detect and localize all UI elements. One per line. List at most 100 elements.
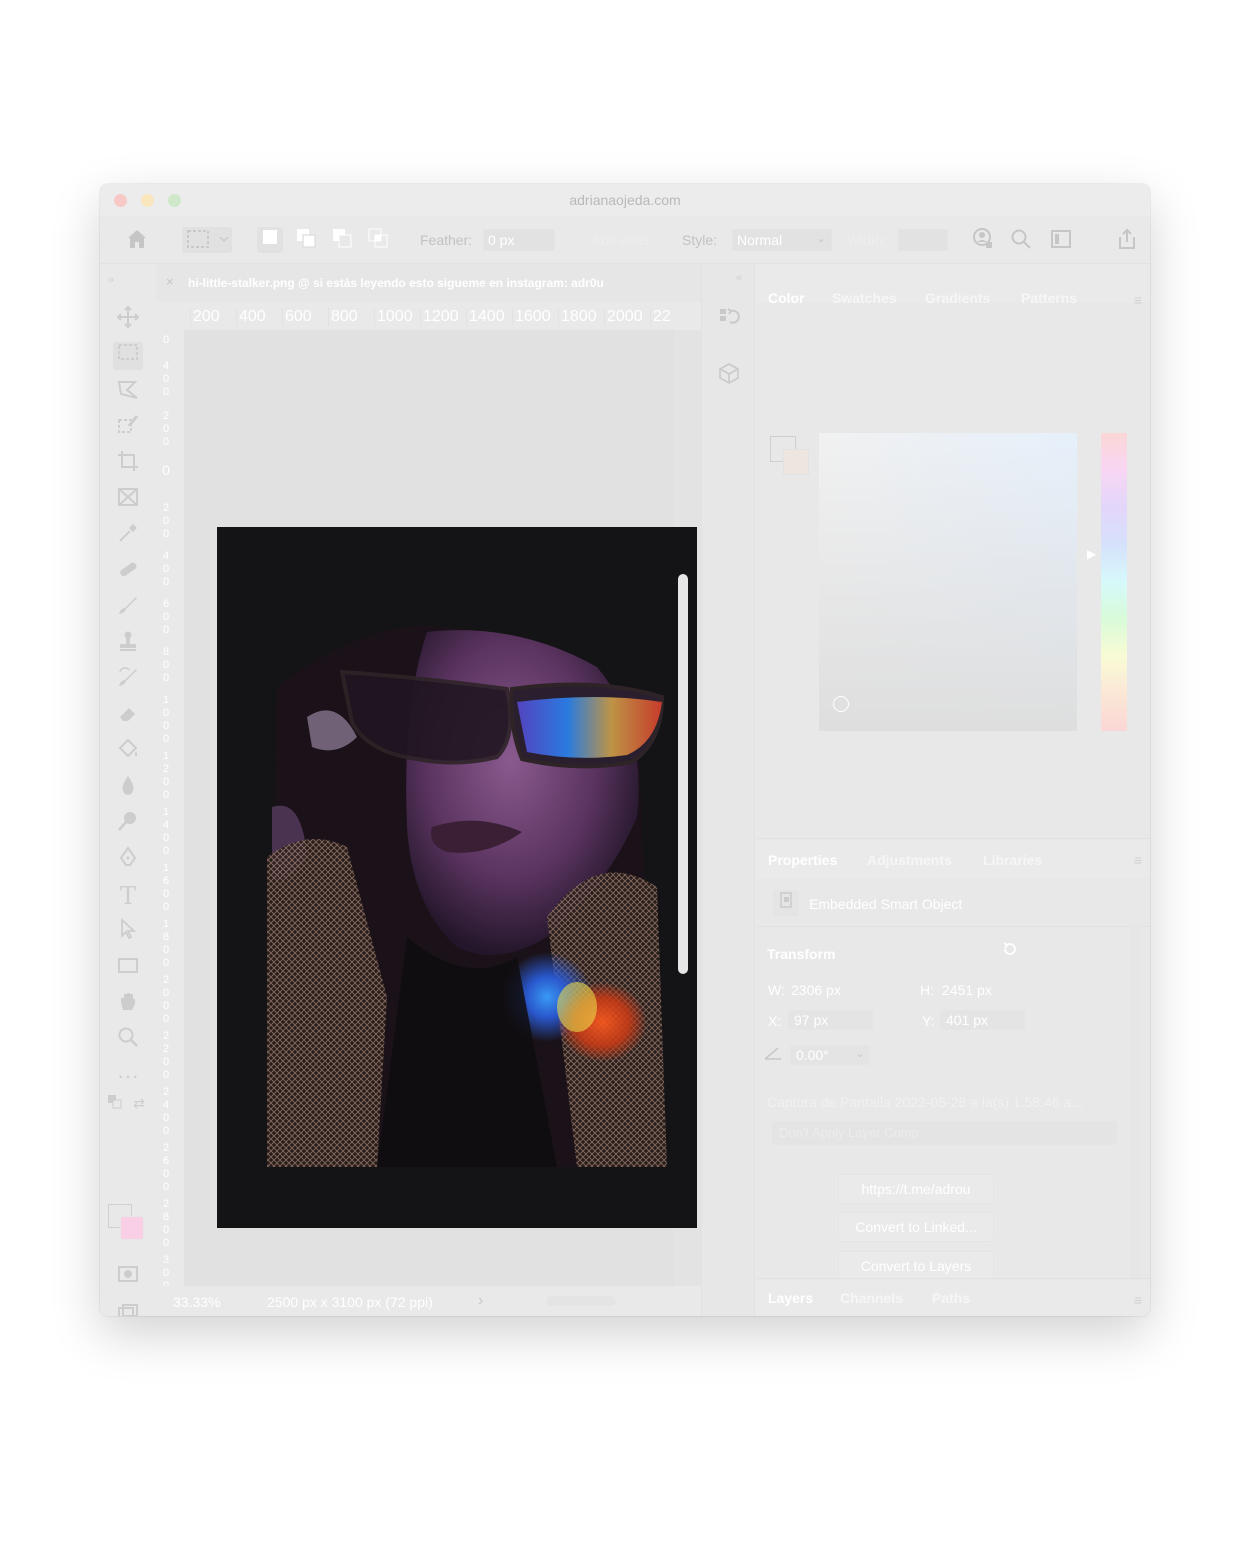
blur-tool-icon[interactable] — [113, 774, 143, 802]
background-color-swatch[interactable] — [120, 1216, 144, 1240]
add-to-selection-icon[interactable] — [293, 227, 319, 253]
dodge-tool-icon[interactable] — [113, 810, 143, 838]
clone-stamp-tool-icon[interactable] — [113, 630, 143, 658]
convert-to-linked-button[interactable]: Convert to Linked... — [838, 1212, 994, 1242]
eyedropper-tool-icon[interactable] — [113, 522, 143, 550]
collapse-toolbar-icon[interactable]: » — [104, 266, 118, 294]
style-select[interactable]: Normal ⌄ — [732, 229, 832, 251]
height-value[interactable]: 2451 px — [942, 982, 992, 998]
reset-transform-icon[interactable] — [997, 940, 1023, 966]
ruler-tick-label: 1600 — [162, 862, 170, 913]
tab-libraries[interactable]: Libraries — [983, 852, 1042, 868]
tab-layers[interactable]: Layers — [768, 1290, 813, 1306]
width-input[interactable] — [898, 229, 948, 251]
y-position-input[interactable]: 401 px — [940, 1010, 1025, 1030]
tab-patterns[interactable]: Patterns — [1021, 290, 1077, 306]
document-tab[interactable]: × hi-little-stalker.png @ si estás leyen… — [156, 264, 701, 302]
path-selection-tool-icon[interactable] — [113, 917, 143, 946]
document-tab-title[interactable]: hi-little-stalker.png @ si estás leyendo… — [188, 276, 604, 290]
smart-object-icon — [773, 890, 799, 916]
new-selection-icon[interactable] — [257, 227, 283, 253]
right-panels: » Color Swatches Gradients Patterns ≡ ▶ … — [756, 264, 1150, 1316]
share-icon[interactable] — [1114, 227, 1140, 253]
healing-brush-tool-icon[interactable] — [113, 558, 143, 586]
width-value[interactable]: 2306 px — [791, 982, 841, 998]
intersect-selection-icon[interactable] — [365, 227, 391, 253]
tab-swatches[interactable]: Swatches — [832, 290, 897, 306]
properties-panel-menu-icon[interactable]: ≡ — [1134, 852, 1142, 868]
canvas-pasteboard[interactable] — [184, 330, 697, 1286]
color-panel-background-swatch[interactable] — [783, 449, 809, 475]
ruler-tick-label: 2000 — [604, 308, 643, 326]
tab-gradients[interactable]: Gradients — [925, 290, 990, 306]
chevron-down-icon: ⌄ — [815, 231, 826, 245]
ruler-tick-label: 800 — [328, 308, 358, 326]
status-menu-arrow-icon[interactable]: › — [478, 1292, 483, 1310]
move-tool-icon[interactable] — [113, 305, 143, 334]
search-icon[interactable] — [1008, 227, 1034, 253]
ruler-tick-label: 1200 — [162, 750, 170, 801]
default-colors-icon[interactable] — [106, 1094, 124, 1112]
workspace-icon[interactable] — [1048, 227, 1074, 253]
x-position-input[interactable]: 97 px — [788, 1010, 873, 1030]
zoom-level[interactable]: 33.33% — [173, 1294, 220, 1310]
lasso-tool-icon[interactable] — [113, 378, 143, 406]
pen-tool-icon[interactable] — [113, 846, 143, 874]
history-panel-icon[interactable] — [715, 306, 743, 334]
antialias-checkbox[interactable]: Anti-alias — [592, 232, 650, 248]
layer-comp-select[interactable]: Don't Apply Layer Comp — [772, 1121, 1117, 1145]
color-panel-menu-icon[interactable]: ≡ — [1134, 292, 1142, 308]
ruler-tick-label: 200 — [162, 502, 170, 540]
more-tools-icon[interactable]: ··· — [113, 1062, 143, 1090]
width-label: W: — [768, 982, 785, 998]
hue-slider-handle[interactable]: ▶ — [1087, 547, 1096, 561]
rectangle-tool-icon[interactable] — [113, 954, 143, 982]
document-canvas-photo[interactable] — [217, 527, 697, 1228]
hand-tool-icon[interactable] — [113, 990, 143, 1018]
history-brush-tool-icon[interactable] — [113, 666, 143, 694]
telegram-link-button[interactable]: https://t.me/adrou — [838, 1174, 994, 1204]
status-bar: 33.33% 2500 px x 3100 px (72 ppi) › — [156, 1286, 701, 1316]
vertical-scrollbar[interactable] — [678, 574, 688, 974]
rotation-dropdown-chevron-icon[interactable]: ⌄ — [850, 1045, 870, 1065]
angle-icon — [764, 1046, 782, 1063]
color-picker-field[interactable] — [819, 433, 1077, 731]
brush-tool-icon[interactable] — [113, 594, 143, 622]
tab-adjustments[interactable]: Adjustments — [867, 852, 952, 868]
feather-input[interactable]: 0 px — [483, 229, 555, 251]
crop-tool-icon[interactable] — [113, 450, 143, 478]
tab-color[interactable]: Color — [768, 290, 805, 306]
type-tool-icon[interactable]: T — [113, 882, 143, 910]
frame-tool-icon[interactable] — [113, 486, 143, 514]
zoom-tool-icon[interactable] — [113, 1026, 143, 1054]
quick-mask-icon[interactable] — [113, 1264, 143, 1292]
vertical-ruler: 0 400 200 0 200 400 600 800 1000 1200 14… — [156, 330, 184, 1305]
eraser-tool-icon[interactable] — [113, 702, 143, 730]
swap-colors-icon[interactable]: ⇄ — [130, 1094, 148, 1112]
tool-preset-picker[interactable] — [182, 227, 232, 253]
width-label: Width: — [847, 232, 887, 248]
hue-slider[interactable] — [1101, 433, 1127, 731]
screen-mode-icon[interactable] — [113, 1300, 143, 1316]
properties-scrollbar[interactable] — [1130, 924, 1140, 1304]
convert-to-layers-button[interactable]: Convert to Layers — [838, 1251, 994, 1281]
height-label: H: — [920, 982, 934, 998]
rotation-angle-input[interactable]: 0.00° — [790, 1045, 850, 1065]
paint-bucket-tool-icon[interactable] — [113, 738, 143, 766]
ruler-tick-label: 2800 — [162, 1198, 170, 1249]
layers-panel-menu-icon[interactable]: ≡ — [1134, 1292, 1142, 1308]
tools-panel: » T ··· ⇄ — [100, 264, 156, 1316]
horizontal-scrollbar[interactable] — [546, 1296, 616, 1306]
tab-paths[interactable]: Paths — [932, 1290, 970, 1306]
user-account-icon[interactable] — [970, 227, 996, 253]
rectangular-marquee-tool-icon[interactable] — [113, 342, 143, 370]
3d-panel-icon[interactable] — [715, 362, 743, 390]
color-picker-marker[interactable] — [833, 696, 849, 712]
collapse-dock-icon[interactable]: « — [732, 264, 746, 292]
home-icon[interactable] — [124, 227, 150, 253]
close-document-icon[interactable]: × — [166, 274, 174, 289]
subtract-from-selection-icon[interactable] — [329, 227, 355, 253]
tab-channels[interactable]: Channels — [840, 1290, 903, 1306]
object-selection-tool-icon[interactable] — [113, 414, 143, 442]
tab-properties[interactable]: Properties — [768, 852, 837, 868]
